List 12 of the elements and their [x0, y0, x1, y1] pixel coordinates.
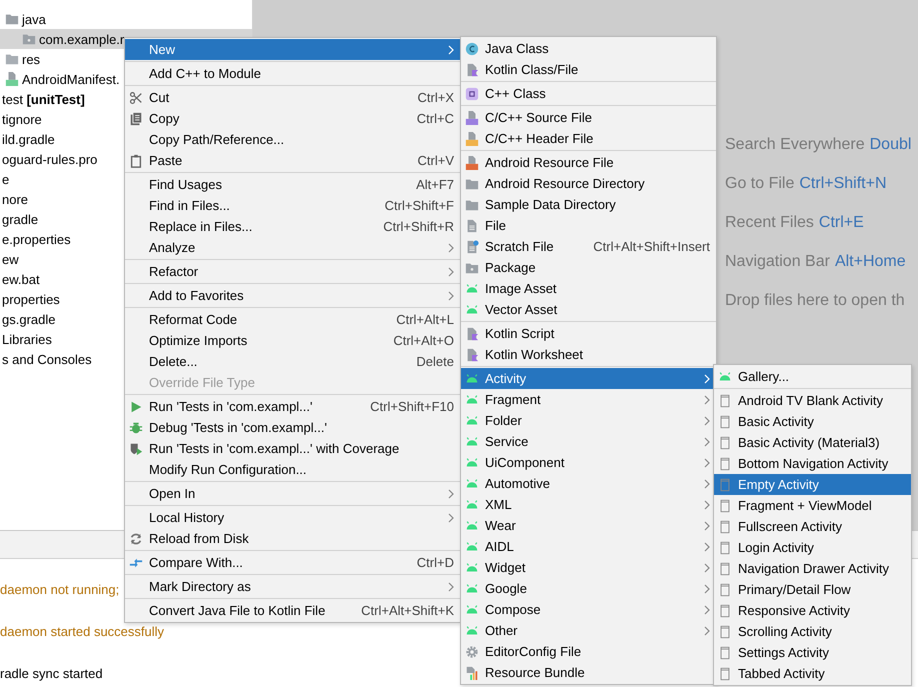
shortcut-text: Ctrl+E: [818, 214, 864, 232]
hint-text: Drop files here to open th: [725, 292, 905, 310]
shortcut-text: Ctrl+Shift+N: [799, 175, 886, 193]
shortcut-text: Doubl: [870, 136, 912, 154]
log-line: daemon started successfully: [0, 623, 164, 641]
hint-text: Search Everywhere: [725, 136, 865, 154]
hint-text: Recent Files: [725, 214, 814, 232]
shortcut-text: Alt+Home: [834, 253, 906, 271]
log-line: daemon not running;: [0, 581, 120, 599]
log-line: radle sync started: [0, 665, 103, 683]
hint-text: Navigation Bar: [725, 253, 830, 271]
hint-text: Go to File: [725, 175, 794, 193]
